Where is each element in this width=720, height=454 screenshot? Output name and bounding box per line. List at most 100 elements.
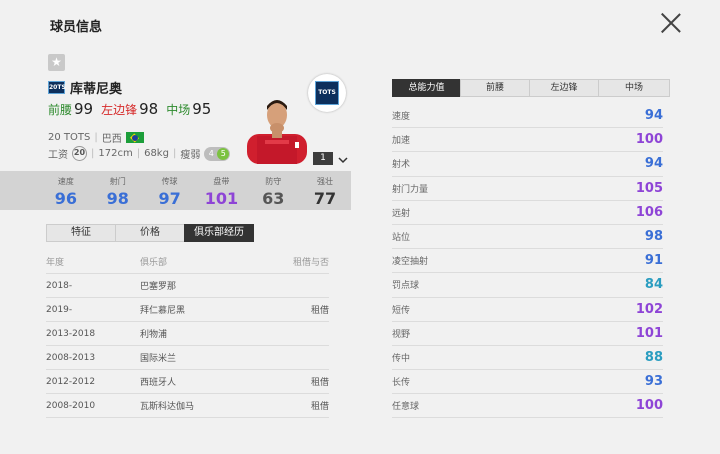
cell-club: 西班牙人	[140, 378, 177, 388]
page-title: 球员信息	[50, 20, 103, 35]
tab-cm[interactable]: 中场	[598, 79, 670, 97]
attribute-row: 射术 94	[392, 152, 663, 177]
stat-shooting: 射门 98	[92, 171, 144, 210]
tab-overall[interactable]: 总能力值	[392, 79, 461, 97]
tab-price[interactable]: 价格	[115, 224, 185, 242]
position-value: 95	[192, 100, 212, 118]
player-physical-row: 工资 20 | 172cm | 68kg | 瘦弱 4 5	[48, 146, 231, 161]
season-badge: 20TS	[48, 81, 66, 94]
attribute-name: 视野	[392, 329, 411, 340]
attribute-row: 加速 100	[392, 128, 663, 153]
position-value: 99	[74, 100, 94, 118]
left-foot-value: 4	[208, 148, 214, 158]
divider: |	[91, 148, 95, 159]
attribute-name: 长传	[392, 378, 411, 389]
stat-label: 强壮	[317, 177, 334, 186]
salary-value: 20	[72, 146, 87, 161]
attribute-value: 101	[635, 325, 663, 341]
cell-club: 国际米兰	[140, 354, 177, 364]
cell-year: 2008-2010	[46, 400, 96, 411]
attribute-value: 105	[635, 180, 663, 196]
player-weight: 68kg	[144, 148, 169, 159]
cell-club: 利物浦	[140, 330, 168, 340]
player-portrait	[243, 88, 311, 164]
attribute-name: 加速	[392, 136, 411, 147]
attribute-row: 任意球 100	[392, 394, 663, 419]
stat-value: 77	[313, 189, 337, 208]
header-year: 年度	[46, 258, 65, 268]
close-button[interactable]	[660, 12, 682, 34]
brazil-flag-icon	[125, 132, 144, 143]
season-logo-text: TOTS	[315, 81, 339, 105]
stat-defending: 防守 63	[247, 171, 299, 210]
club-history-table: 年度 俱乐部 租借与否 2018- 巴塞罗那 2019- 拜仁慕尼黑 租借 20…	[46, 250, 329, 418]
cell-club: 瓦斯科达伽马	[140, 402, 195, 412]
player-height: 172cm	[98, 148, 133, 159]
main-stats-bar: 速度 96 射门 98 传球 97 盘带 101 防守 63 强壮 77	[0, 171, 351, 210]
divider: |	[136, 148, 141, 159]
table-header: 年度 俱乐部 租借与否	[46, 250, 329, 274]
stat-value: 97	[158, 189, 181, 208]
player-nationality: 巴西	[101, 134, 122, 145]
tab-traits[interactable]: 特征	[46, 224, 116, 242]
stat-passing: 传球 97	[144, 171, 196, 210]
position-ratings: 前腰 99 左边锋 98 中场 95	[48, 100, 211, 118]
position-rating-lw: 左边锋 98	[101, 100, 158, 118]
attribute-row: 传中 88	[392, 346, 663, 371]
attribute-name: 站位	[392, 233, 411, 244]
chevron-down-icon[interactable]	[337, 151, 349, 164]
tab-cam[interactable]: 前腰	[460, 79, 530, 97]
table-row: 2013-2018 利物浦	[46, 322, 329, 346]
position-rating-cm: 中场 95	[166, 100, 211, 118]
table-row: 2012-2012 西班牙人 租借	[46, 370, 329, 394]
player-name: 库蒂尼奥	[70, 82, 123, 97]
position-value: 98	[139, 100, 159, 118]
attribute-value: 100	[635, 132, 663, 148]
level-selector[interactable]: 1	[313, 152, 333, 165]
stat-label: 防守	[265, 177, 282, 186]
attribute-row: 视野 101	[392, 322, 663, 346]
attribute-name: 短传	[392, 305, 411, 316]
tab-club-history[interactable]: 俱乐部经历	[184, 224, 254, 242]
cell-club: 拜仁慕尼黑	[140, 306, 186, 316]
attribute-row: 速度 94	[392, 104, 663, 129]
header-loan: 租借与否	[292, 258, 329, 268]
cell-year: 2019-	[46, 304, 73, 315]
tab-lw[interactable]: 左边锋	[529, 79, 599, 97]
attribute-value: 102	[635, 301, 663, 317]
right-foot-value: 5	[217, 147, 230, 160]
attribute-tabs: 总能力值 前腰 左边锋 中场	[392, 79, 670, 97]
weak-foot-rating: 4 5	[204, 146, 231, 161]
stat-label: 射门	[109, 177, 126, 186]
attribute-value: 84	[644, 277, 663, 293]
position-rating-cam: 前腰 99	[48, 100, 93, 118]
player-info-row: 20 TOTS | 巴西	[48, 130, 144, 145]
attribute-value: 106	[635, 204, 663, 220]
stat-label: 传球	[161, 177, 178, 186]
attribute-name: 凌空抽射	[392, 257, 429, 268]
cell-year: 2008-2013	[46, 352, 96, 363]
attribute-name: 射术	[392, 160, 411, 171]
stat-value: 101	[204, 189, 239, 208]
cell-loan: 租借	[310, 402, 329, 412]
attribute-value: 88	[644, 349, 663, 365]
cell-year: 2012-2012	[46, 376, 96, 387]
divider: |	[172, 148, 177, 159]
stat-value: 63	[262, 189, 285, 208]
attribute-value: 94	[644, 156, 663, 172]
attribute-value: 100	[635, 398, 663, 414]
attribute-row: 站位 98	[392, 225, 663, 250]
attribute-name: 远射	[392, 208, 411, 219]
divider: |	[94, 132, 98, 143]
attribute-row: 凌空抽射 91	[392, 249, 663, 274]
cell-year: 2018-	[46, 280, 73, 291]
cell-loan: 租借	[310, 378, 329, 388]
table-row: 2008-2013 国际米兰	[46, 346, 329, 370]
attribute-value: 98	[644, 229, 663, 245]
attribute-name: 速度	[392, 112, 411, 123]
stat-pace: 速度 96	[40, 171, 92, 210]
stat-dribbling: 盘带 101	[195, 171, 247, 210]
position-label: 中场	[166, 103, 191, 117]
detail-tabs: 特征 价格 俱乐部经历	[46, 224, 254, 242]
favorite-star-icon[interactable]: ★	[48, 54, 65, 71]
